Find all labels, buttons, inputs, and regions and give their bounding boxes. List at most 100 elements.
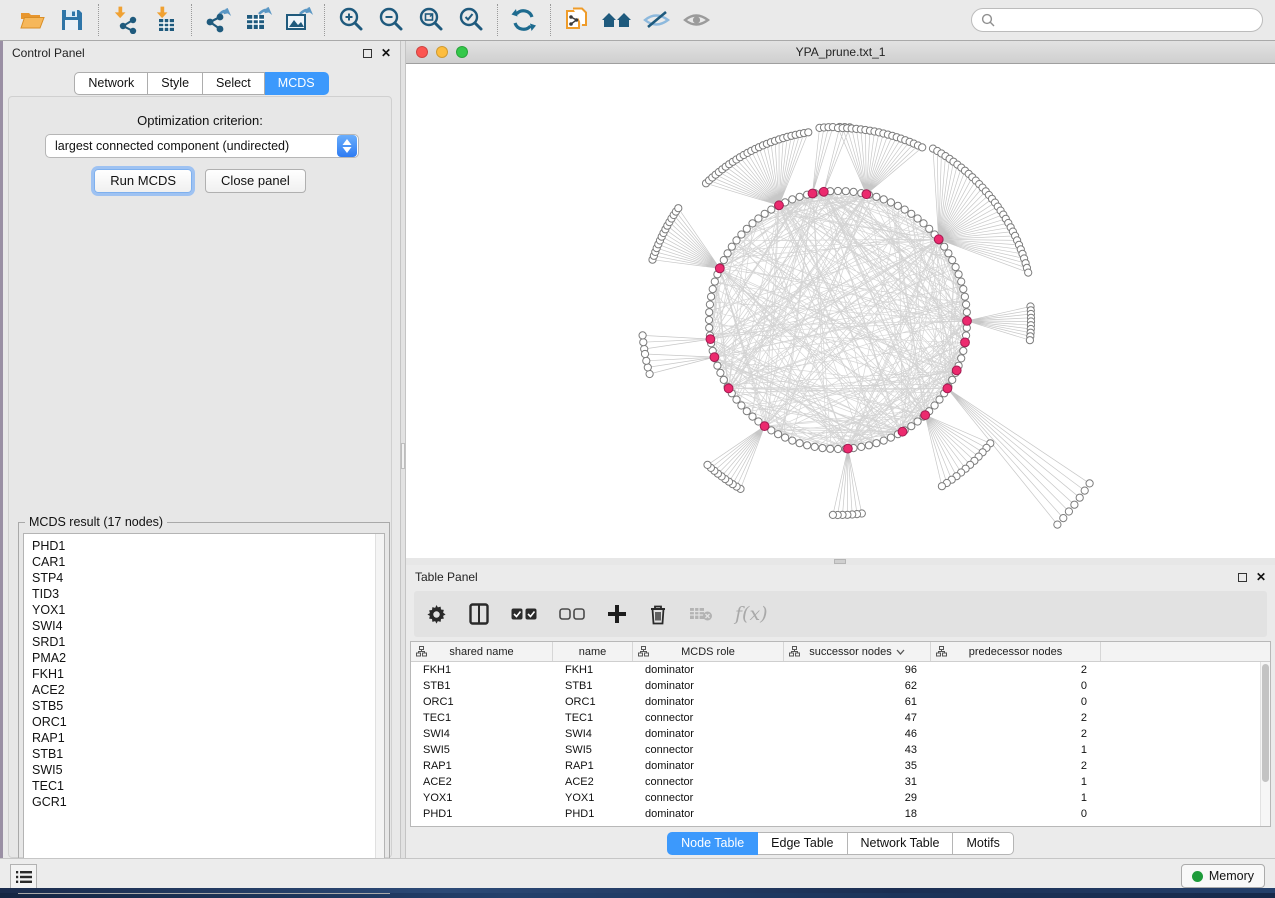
unselect-all-checkboxes-icon[interactable] <box>559 608 585 620</box>
node-table: shared namenameMCDS rolesuccessor nodesp… <box>410 641 1271 827</box>
tab-network-table[interactable]: Network Table <box>848 832 954 855</box>
close-panel-icon[interactable]: ✕ <box>1256 572 1266 582</box>
column-header-predecessor-nodes[interactable]: predecessor nodes <box>931 642 1101 661</box>
zoom-out-icon[interactable] <box>371 3 411 37</box>
table-header-row: shared namenameMCDS rolesuccessor nodesp… <box>411 642 1270 662</box>
list-icon <box>16 870 32 884</box>
table-cell: dominator <box>633 728 784 740</box>
show-all-icon[interactable] <box>677 3 717 37</box>
table-cell: RAP1 <box>553 760 633 772</box>
tab-select[interactable]: Select <box>203 72 265 95</box>
close-panel-icon[interactable]: ✕ <box>381 48 391 58</box>
duplicate-network-icon[interactable] <box>557 3 597 37</box>
control-panel: Control Panel ✕ NetworkStyleSelectMCDS O… <box>3 41 400 858</box>
table-body: FKH1FKH1dominator962STB1STB1dominator620… <box>411 662 1260 826</box>
table-row[interactable]: ACE2ACE2connector311 <box>411 774 1260 790</box>
tab-style[interactable]: Style <box>148 72 203 95</box>
result-list-scrollbar[interactable] <box>375 534 384 888</box>
save-session-icon[interactable] <box>52 3 92 37</box>
tab-node-table[interactable]: Node Table <box>667 832 758 855</box>
tab-edge-table[interactable]: Edge Table <box>758 832 847 855</box>
splitter-collapse-handle[interactable] <box>401 443 405 469</box>
table-cell: 2 <box>931 712 1101 724</box>
float-panel-icon[interactable] <box>363 49 372 58</box>
table-row[interactable]: FKH1FKH1dominator962 <box>411 662 1260 678</box>
result-node-item[interactable]: ACE2 <box>32 682 376 698</box>
import-network-icon[interactable] <box>105 3 145 37</box>
zoom-fit-icon[interactable] <box>411 3 451 37</box>
float-panel-icon[interactable] <box>1238 573 1247 582</box>
delete-column-icon[interactable] <box>649 604 667 625</box>
delete-table-icon[interactable] <box>689 606 713 622</box>
network-canvas[interactable] <box>406 64 1275 558</box>
select-all-checkboxes-icon[interactable] <box>511 608 537 620</box>
search-input[interactable] <box>1000 12 1253 28</box>
split-columns-icon[interactable] <box>469 603 489 625</box>
table-cell: STB1 <box>553 680 633 692</box>
criterion-dropdown[interactable]: largest connected component (undirected) <box>45 134 359 158</box>
table-row[interactable]: SWI5SWI5connector431 <box>411 742 1260 758</box>
result-node-item[interactable]: YOX1 <box>32 602 376 618</box>
control-panel-header: Control Panel ✕ <box>3 41 400 65</box>
result-node-item[interactable]: GCR1 <box>32 794 376 810</box>
zoom-in-icon[interactable] <box>331 3 371 37</box>
mcds-result-list[interactable]: PHD1CAR1STP4TID3YOX1SWI4SRD1PMA2FKH1ACE2… <box>23 533 385 889</box>
result-node-item[interactable]: PHD1 <box>32 538 376 554</box>
zoom-selected-icon[interactable] <box>451 3 491 37</box>
table-row[interactable]: STB1STB1dominator620 <box>411 678 1260 694</box>
first-neighbors-icon[interactable] <box>597 3 637 37</box>
import-table-icon[interactable] <box>145 3 185 37</box>
column-header-shared-name[interactable]: shared name <box>411 642 553 661</box>
table-cell: SWI5 <box>411 744 553 756</box>
table-row[interactable]: SWI4SWI4dominator462 <box>411 726 1260 742</box>
table-scrollbar[interactable] <box>1260 662 1270 826</box>
horizontal-splitter[interactable] <box>406 558 1275 565</box>
result-node-item[interactable]: STB1 <box>32 746 376 762</box>
table-cell: 62 <box>784 680 931 692</box>
hide-selected-icon[interactable] <box>637 3 677 37</box>
splitter-handle[interactable] <box>834 559 846 564</box>
result-node-item[interactable]: SRD1 <box>32 634 376 650</box>
table-panel-tabs: Node TableEdge TableNetwork TableMotifs <box>406 832 1275 855</box>
memory-button[interactable]: Memory <box>1181 864 1265 888</box>
result-node-item[interactable]: CAR1 <box>32 554 376 570</box>
table-row[interactable]: RAP1RAP1dominator352 <box>411 758 1260 774</box>
refresh-icon[interactable] <box>504 3 544 37</box>
result-node-item[interactable]: FKH1 <box>32 666 376 682</box>
task-history-button[interactable] <box>10 864 37 889</box>
result-node-item[interactable]: ORC1 <box>32 714 376 730</box>
add-column-icon[interactable] <box>607 604 627 624</box>
export-network-icon[interactable] <box>198 3 238 37</box>
result-node-item[interactable]: SWI4 <box>32 618 376 634</box>
search-field[interactable] <box>971 8 1263 32</box>
run-mcds-button[interactable]: Run MCDS <box>94 169 192 193</box>
tab-mcds[interactable]: MCDS <box>265 72 329 95</box>
result-node-item[interactable]: TEC1 <box>32 778 376 794</box>
table-cell: SWI4 <box>411 728 553 740</box>
result-node-item[interactable]: TID3 <box>32 586 376 602</box>
scrollbar-thumb[interactable] <box>1262 664 1269 782</box>
result-node-item[interactable]: STP4 <box>32 570 376 586</box>
table-cell: dominator <box>633 808 784 820</box>
tab-motifs[interactable]: Motifs <box>953 832 1013 855</box>
gear-icon[interactable] <box>426 604 447 625</box>
table-row[interactable]: ORC1ORC1dominator610 <box>411 694 1260 710</box>
table-cell: YOX1 <box>553 792 633 804</box>
export-image-icon[interactable] <box>278 3 318 37</box>
toolbar-separator <box>497 4 498 36</box>
table-row[interactable]: YOX1YOX1connector291 <box>411 790 1260 806</box>
table-row[interactable]: TEC1TEC1connector472 <box>411 710 1260 726</box>
table-row[interactable]: PHD1PHD1dominator180 <box>411 806 1260 822</box>
tab-network[interactable]: Network <box>74 72 148 95</box>
result-node-item[interactable]: STB5 <box>32 698 376 714</box>
column-header-successor-nodes[interactable]: successor nodes <box>784 642 931 661</box>
close-panel-button[interactable]: Close panel <box>205 169 306 193</box>
result-node-item[interactable]: RAP1 <box>32 730 376 746</box>
result-node-item[interactable]: SWI5 <box>32 762 376 778</box>
column-header-MCDS-role[interactable]: MCDS role <box>633 642 784 661</box>
column-header-name[interactable]: name <box>553 642 633 661</box>
function-builder-icon[interactable]: f(x) <box>735 603 768 625</box>
result-node-item[interactable]: PMA2 <box>32 650 376 666</box>
export-table-icon[interactable] <box>238 3 278 37</box>
open-file-icon[interactable] <box>12 3 52 37</box>
